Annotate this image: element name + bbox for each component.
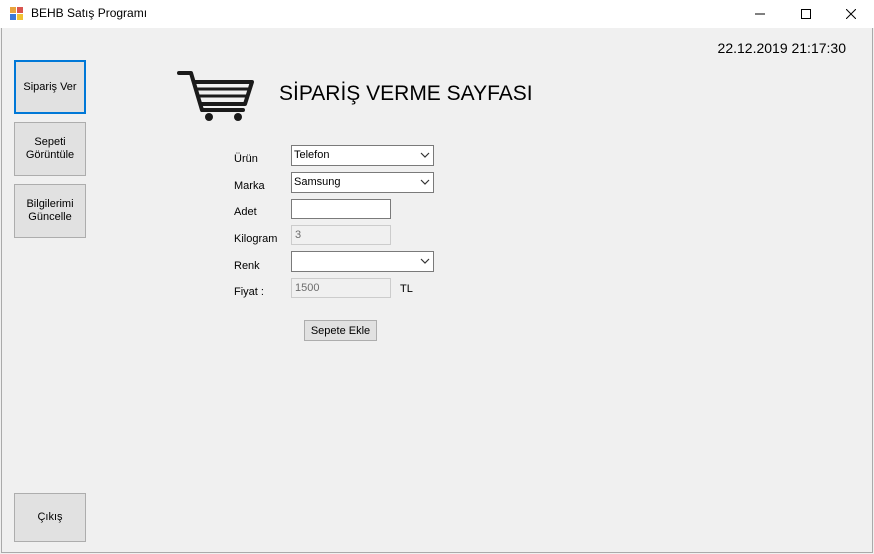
marka-value: Samsung (294, 176, 341, 188)
renk-label: Renk (234, 260, 260, 272)
maximize-button[interactable] (783, 0, 829, 28)
marka-combobox[interactable]: Samsung (291, 172, 434, 193)
marka-label: Marka (234, 180, 265, 192)
app-icon (10, 7, 23, 20)
renk-combobox[interactable] (291, 251, 434, 272)
title-bar: BEHB Satış Programı (0, 0, 874, 28)
siparis-ver-button[interactable]: Sipariş Ver (14, 60, 86, 114)
page-title: SİPARİŞ VERME SAYFASI (279, 82, 533, 105)
maximize-icon (801, 9, 811, 19)
close-button[interactable] (828, 0, 874, 28)
fiyat-label: Fiyat : (234, 286, 264, 298)
cikis-button[interactable]: Çıkış (14, 493, 86, 542)
kilogram-input: 3 (291, 225, 391, 245)
minimize-button[interactable] (737, 0, 783, 28)
fiyat-input: 1500 (291, 278, 391, 298)
form-client-area (1, 28, 873, 553)
shopping-cart-icon (177, 71, 254, 121)
bilgilerimi-guncelle-button[interactable]: Bilgilerimi Güncelle (14, 184, 86, 238)
minimize-icon (755, 13, 765, 15)
urun-combobox[interactable]: Telefon (291, 145, 434, 166)
close-icon (846, 9, 856, 19)
adet-input[interactable] (291, 199, 391, 219)
window-title: BEHB Satış Programı (31, 6, 148, 20)
kilogram-label: Kilogram (234, 233, 278, 245)
adet-label: Adet (234, 206, 257, 218)
sepeti-goruntule-button[interactable]: Sepeti Görüntüle (14, 122, 86, 176)
chevron-down-icon (420, 152, 430, 158)
urun-value: Telefon (294, 149, 330, 161)
urun-label: Ürün (234, 153, 258, 165)
chevron-down-icon (420, 179, 430, 185)
currency-label: TL (400, 283, 413, 295)
datetime-label: 22.12.2019 21:17:30 (717, 40, 846, 56)
sepete-ekle-button[interactable]: Sepete Ekle (304, 320, 377, 341)
chevron-down-icon (420, 258, 430, 264)
